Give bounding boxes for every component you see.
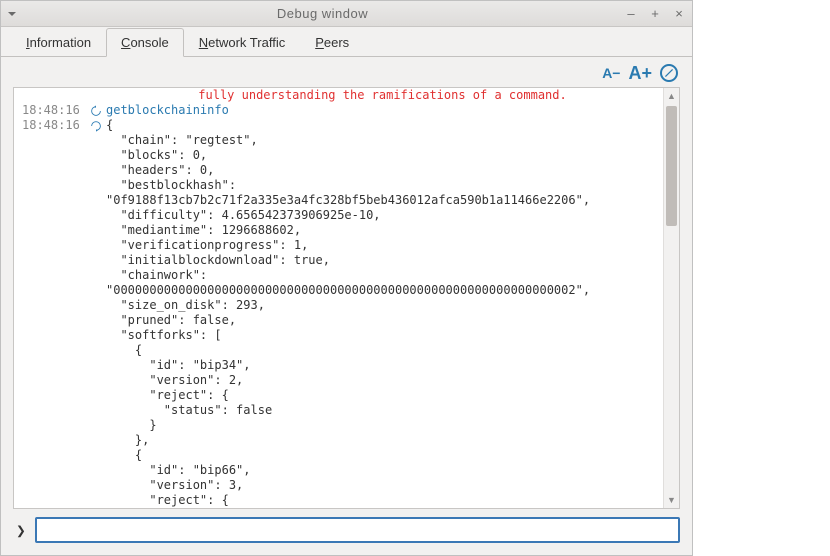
tab-information[interactable]: Information xyxy=(11,28,106,56)
tab-label: Console xyxy=(121,35,169,50)
tab-label: Peers xyxy=(315,35,349,50)
tab-peers[interactable]: Peers xyxy=(300,28,364,56)
response-received-icon xyxy=(86,118,106,133)
row-icon xyxy=(86,88,106,89)
console-row-warning: fully understanding the ramifications of… xyxy=(14,88,663,103)
window-buttons: – + × xyxy=(624,6,686,21)
window-title: Debug window xyxy=(21,6,624,21)
console-row-command: 18:48:16 getblockchaininfo xyxy=(14,103,663,118)
console-toolbar: A− A+ xyxy=(1,57,692,85)
font-decrease-button[interactable]: A− xyxy=(602,65,620,81)
maximize-button[interactable]: + xyxy=(648,6,662,21)
scroll-down-arrow-icon[interactable]: ▼ xyxy=(664,492,679,508)
font-increase-button[interactable]: A+ xyxy=(628,63,652,84)
tab-bar: Information Console Network Traffic Peer… xyxy=(1,27,692,57)
console-row-response: 18:48:16 { "chain": "regtest", "blocks":… xyxy=(14,118,663,508)
titlebar[interactable]: Debug window – + × xyxy=(1,1,692,27)
console-output: fully understanding the ramifications of… xyxy=(13,87,680,509)
warning-text: fully understanding the ramifications of… xyxy=(106,88,663,103)
scroll-up-arrow-icon[interactable]: ▲ xyxy=(664,88,679,104)
tab-network-traffic[interactable]: Network Traffic xyxy=(184,28,300,56)
tab-label: Information xyxy=(26,35,91,50)
console-rows: fully understanding the ramifications of… xyxy=(14,88,663,508)
scrollbar-thumb[interactable] xyxy=(666,106,677,226)
clear-console-icon[interactable] xyxy=(660,64,678,82)
prompt-icon: ❯ xyxy=(13,521,29,540)
response-text: { "chain": "regtest", "blocks": 0, "head… xyxy=(106,118,663,508)
console-command-input[interactable] xyxy=(35,517,680,543)
command-sent-icon xyxy=(86,103,106,118)
console-panel: A− A+ fully understanding the ramificati… xyxy=(1,57,692,555)
command-text: getblockchaininfo xyxy=(106,103,663,118)
debug-window: Debug window – + × Information Console N… xyxy=(0,0,693,556)
console-scroll-area[interactable]: fully understanding the ramifications of… xyxy=(14,88,663,508)
console-input-row: ❯ xyxy=(13,515,680,545)
close-button[interactable]: × xyxy=(672,6,686,21)
minimize-button[interactable]: – xyxy=(624,6,638,21)
tab-label: Network Traffic xyxy=(199,35,285,50)
tab-console[interactable]: Console xyxy=(106,28,184,57)
timestamp: 18:48:16 xyxy=(14,103,86,117)
app-menu-icon[interactable] xyxy=(7,9,21,19)
vertical-scrollbar[interactable]: ▲ ▼ xyxy=(663,88,679,508)
timestamp: 18:48:16 xyxy=(14,118,86,132)
